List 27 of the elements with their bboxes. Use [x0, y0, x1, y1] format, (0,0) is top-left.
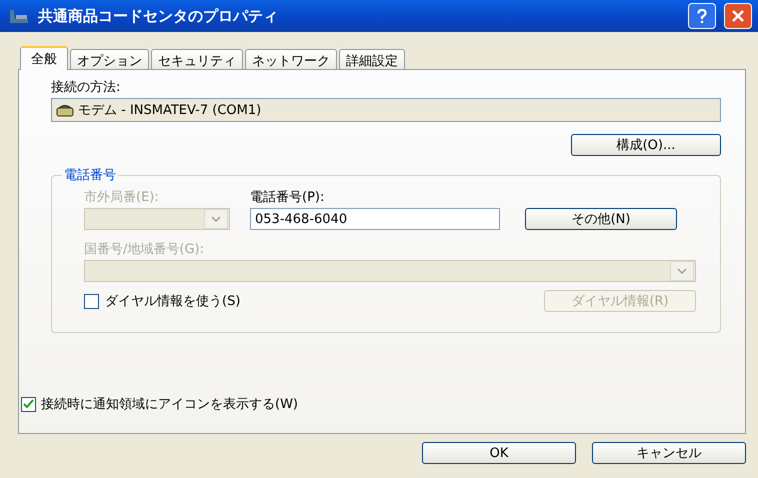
other-button[interactable]: その他(N)	[525, 208, 677, 230]
checkbox[interactable]	[84, 294, 99, 308]
checkbox-label[interactable]: 接続時に通知領域にアイコンを表示する(W)	[41, 395, 298, 413]
tab[interactable]: 全般	[20, 46, 68, 70]
device-name: モデム - INSMATEV-7 (COM1)	[78, 102, 262, 119]
window-title: 共通商品コードセンタのプロパティ	[38, 6, 279, 26]
phone-icon	[8, 7, 30, 25]
tab[interactable]: ネットワーク	[245, 49, 337, 69]
tab[interactable]: 詳細設定	[339, 49, 405, 69]
tab[interactable]: セキュリティ	[151, 49, 243, 69]
dialog-button[interactable]: キャンセル	[592, 442, 746, 464]
group-title: 電話番号	[63, 167, 117, 184]
close-icon	[731, 9, 745, 23]
field-label: 接続の方法:	[51, 79, 122, 96]
help-button[interactable]	[688, 3, 716, 29]
configure-button[interactable]: 構成(O)...	[571, 134, 721, 156]
checkbox[interactable]	[21, 396, 36, 412]
field-label: 国番号/地域番号(G):	[84, 241, 205, 258]
tab[interactable]: オプション	[70, 49, 149, 69]
field-label: 電話番号(P):	[250, 189, 326, 206]
close-button[interactable]	[724, 3, 752, 29]
phone-number-input[interactable]: 053-468-6040	[250, 208, 500, 230]
checkbox-label[interactable]: ダイヤル情報を使う(S)	[105, 292, 240, 310]
question-mark-icon	[697, 8, 707, 24]
field-label: 市外局番(E):	[84, 189, 160, 206]
modem-icon	[56, 103, 74, 117]
dialog-button[interactable]: OK	[422, 442, 576, 464]
